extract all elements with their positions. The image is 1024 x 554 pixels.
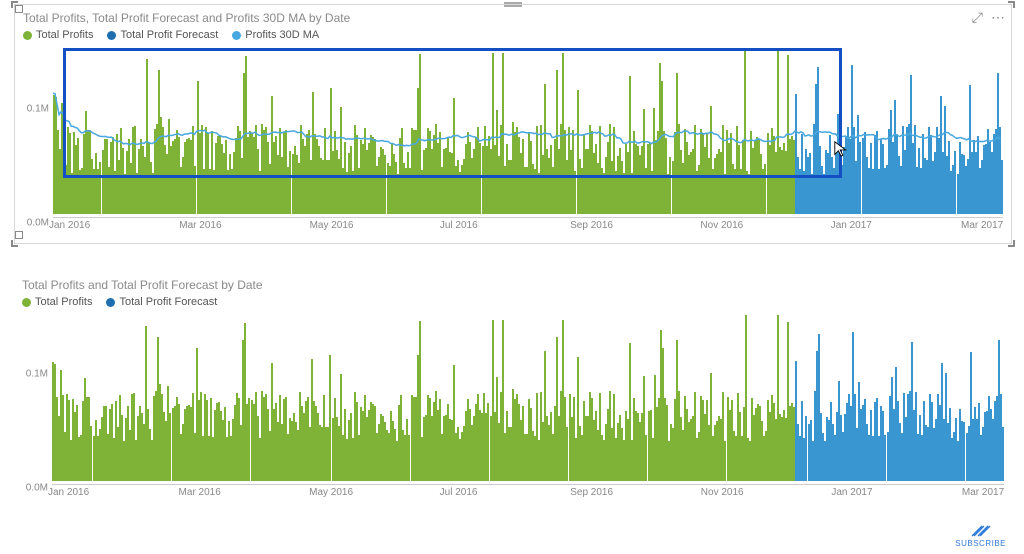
legend-dot-profits — [23, 31, 32, 40]
chart1-title: Total Profits, Total Profit Forecast and… — [15, 5, 1011, 27]
y-tick-label: 0.0M — [26, 483, 48, 494]
legend-dot-ma — [232, 31, 241, 40]
legend-total-profits[interactable]: Total Profits — [22, 296, 92, 308]
drag-grip-top[interactable] — [504, 2, 522, 8]
x-tick-label: May 2016 — [310, 220, 354, 231]
legend-label: Profits 30D MA — [245, 29, 319, 41]
focus-mode-icon[interactable]: ⤢ — [972, 9, 983, 26]
y-tick-label: 0.1M — [27, 104, 49, 115]
subscribe-label: SUBSCRIBE — [955, 539, 1006, 548]
chart1-x-axis: Jan 2016Mar 2016May 2016Jul 2016Sep 2016… — [53, 217, 1003, 231]
legend-label: Total Profit Forecast — [119, 296, 217, 308]
x-tick-label: Sep 2016 — [570, 220, 613, 231]
x-tick-label: Jan 2017 — [831, 220, 872, 231]
legend-label: Total Profits — [36, 29, 93, 41]
legend-total-profit-forecast[interactable]: Total Profit Forecast — [107, 29, 218, 41]
y-tick-label: 0.0M — [27, 218, 49, 229]
chart2-title: Total Profits and Total Profit Forecast … — [14, 272, 1012, 294]
legend-dot-forecast — [106, 298, 115, 307]
x-tick-label: Jul 2016 — [440, 220, 478, 231]
x-tick-label: Jan 2016 — [48, 487, 89, 498]
x-tick-label: Mar 2016 — [179, 220, 221, 231]
chart2-plot-area[interactable] — [52, 312, 1004, 482]
x-tick-label: Nov 2016 — [701, 487, 744, 498]
chart2-legend: Total Profits Total Profit Forecast — [14, 294, 1012, 312]
legend-total-profits[interactable]: Total Profits — [23, 29, 93, 41]
visual-profits-forecast-ma[interactable]: ⤢ ⋯ Total Profits, Total Profit Forecast… — [14, 4, 1012, 244]
legend-total-profit-forecast[interactable]: Total Profit Forecast — [106, 296, 217, 308]
resize-handle-bl[interactable] — [11, 240, 18, 247]
bar-forecast[interactable] — [1001, 160, 1003, 214]
x-tick-label: Mar 2016 — [179, 487, 221, 498]
chart1-plot-area[interactable] — [53, 45, 1003, 215]
visual-profits-forecast[interactable]: Total Profits and Total Profit Forecast … — [14, 272, 1012, 512]
x-tick-label: Jul 2016 — [440, 487, 478, 498]
legend-profits-30d-ma[interactable]: Profits 30D MA — [232, 29, 319, 41]
chart2-y-axis: 0.1M 0.0M — [20, 318, 50, 488]
legend-dot-forecast — [107, 31, 116, 40]
subscribe-badge[interactable]: SUBSCRIBE — [955, 524, 1006, 548]
chart1-y-axis: 0.1M 0.0M — [21, 53, 51, 223]
x-tick-label: Nov 2016 — [700, 220, 743, 231]
more-options-icon[interactable]: ⋯ — [991, 9, 1005, 26]
chart1-legend: Total Profits Total Profit Forecast Prof… — [15, 27, 1011, 45]
resize-handle-tr[interactable] — [1008, 1, 1015, 8]
x-tick-label: Jan 2017 — [831, 487, 872, 498]
legend-label: Total Profit Forecast — [120, 29, 218, 41]
dna-icon — [970, 524, 992, 538]
bar-forecast[interactable] — [1002, 427, 1004, 481]
x-tick-label: Jan 2016 — [49, 220, 90, 231]
resize-handle-tl[interactable] — [11, 1, 18, 8]
chart2-x-axis: Jan 2016Mar 2016May 2016Jul 2016Sep 2016… — [52, 484, 1004, 498]
x-tick-label: Sep 2016 — [570, 487, 613, 498]
legend-dot-profits — [22, 298, 31, 307]
resize-handle-br[interactable] — [1008, 240, 1015, 247]
x-tick-label: May 2016 — [309, 487, 353, 498]
y-tick-label: 0.1M — [26, 369, 48, 380]
x-tick-label: Mar 2017 — [961, 220, 1003, 231]
x-tick-label: Mar 2017 — [962, 487, 1004, 498]
legend-label: Total Profits — [35, 296, 92, 308]
